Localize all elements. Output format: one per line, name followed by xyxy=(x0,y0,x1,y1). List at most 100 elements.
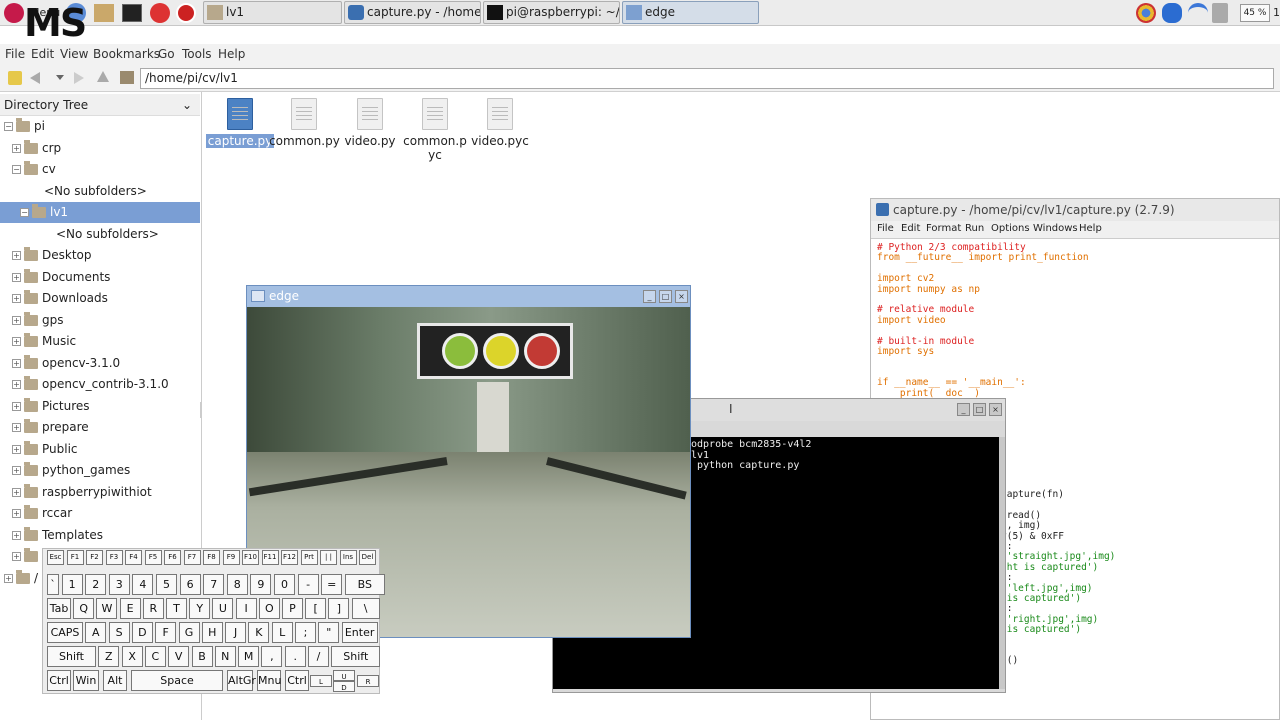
key[interactable]: Y xyxy=(189,598,211,619)
key[interactable]: Alt xyxy=(103,670,127,691)
task-button-terminal[interactable]: pi@raspberrypi: ~/cv/... xyxy=(483,1,620,24)
key[interactable]: BS xyxy=(344,574,385,595)
key[interactable]: F xyxy=(155,622,177,643)
tree-item[interactable]: + raspberrypiwithiot xyxy=(0,482,200,503)
key[interactable]: Prt xyxy=(300,550,318,565)
key[interactable]: Shift xyxy=(47,646,96,667)
terminal-scrollbar[interactable] xyxy=(999,437,1005,689)
back-icon[interactable] xyxy=(30,72,40,84)
menu-edit[interactable]: Edit xyxy=(31,47,54,61)
tree-expander-icon[interactable]: + xyxy=(12,294,21,303)
menu-file[interactable]: File xyxy=(5,47,25,61)
path-input[interactable]: /home/pi/cv/lv1 xyxy=(140,68,1274,89)
tree-expander-icon[interactable]: + xyxy=(12,552,21,561)
key[interactable]: Z xyxy=(98,646,120,667)
task-button-lv1[interactable]: lv1 xyxy=(203,1,342,24)
tree-item[interactable]: + Pictures xyxy=(0,396,200,417)
file-item[interactable]: video.py xyxy=(335,98,405,148)
key[interactable]: R xyxy=(357,675,379,687)
key[interactable]: Ctrl xyxy=(285,670,309,691)
key[interactable]: B xyxy=(191,646,213,667)
key[interactable]: / xyxy=(308,646,329,667)
bluetooth-icon[interactable] xyxy=(1162,3,1182,23)
terminal-launcher-icon[interactable] xyxy=(122,4,142,22)
key[interactable]: F11 xyxy=(261,550,279,565)
tree-item[interactable]: + rccar xyxy=(0,503,200,524)
forward-icon[interactable] xyxy=(74,72,84,84)
tree-item[interactable]: + Downloads xyxy=(0,288,200,309)
menu-view[interactable]: View xyxy=(60,47,88,61)
key[interactable]: ` xyxy=(47,574,59,595)
key[interactable]: Del xyxy=(359,550,376,565)
tree-expander-icon[interactable]: + xyxy=(12,509,21,518)
key[interactable]: Win xyxy=(73,670,99,691)
maximize-icon[interactable]: □ xyxy=(659,290,672,303)
file-item[interactable]: video.pyc xyxy=(465,98,535,148)
tree-item[interactable]: + Documents xyxy=(0,267,200,288)
menu-tools[interactable]: Tools xyxy=(182,47,212,61)
tree-expander-icon[interactable]: + xyxy=(12,444,21,454)
tree-expander-icon[interactable]: + xyxy=(12,272,21,282)
key[interactable]: E xyxy=(119,598,141,619)
filemanager-launcher-icon[interactable] xyxy=(94,4,114,22)
key[interactable]: ] xyxy=(328,598,350,619)
wolfram-launcher-icon[interactable] xyxy=(176,3,196,23)
key[interactable]: Enter xyxy=(341,622,378,643)
new-tab-icon[interactable] xyxy=(8,71,22,85)
tree-item[interactable]: + prepare xyxy=(0,417,200,438)
maximize-icon[interactable]: □ xyxy=(973,403,986,416)
key[interactable]: A xyxy=(85,622,107,643)
key[interactable]: 9 xyxy=(250,574,272,595)
editor-menu-file[interactable]: File xyxy=(877,223,894,234)
menu-bookmarks[interactable]: Bookmarks xyxy=(93,47,160,61)
tree-item[interactable]: + gps xyxy=(0,310,200,331)
tree-item[interactable]: <No subfolders> xyxy=(0,181,200,202)
tree-item[interactable]: − pi xyxy=(0,116,200,137)
key[interactable]: U xyxy=(333,670,355,681)
key[interactable]: 3 xyxy=(108,574,130,595)
editor-menu-windows[interactable]: Windows xyxy=(1033,223,1078,234)
tree-item[interactable]: + Music xyxy=(0,331,200,352)
tree-expander-icon[interactable]: − xyxy=(12,165,21,174)
tree-item[interactable]: − cv xyxy=(0,159,200,180)
key[interactable]: Q xyxy=(73,598,95,619)
tree-item[interactable]: + python_games xyxy=(0,460,200,481)
key[interactable]: F10 xyxy=(242,550,259,565)
task-button-capture[interactable]: capture.py - /home/pi... xyxy=(344,1,481,24)
tree-item[interactable]: + crp xyxy=(0,138,200,159)
key[interactable]: 4 xyxy=(132,574,154,595)
key[interactable]: 0 xyxy=(274,574,295,595)
key[interactable]: 5 xyxy=(156,574,177,595)
key[interactable]: X xyxy=(121,646,143,667)
tree-item[interactable]: + opencv-3.1.0 xyxy=(0,353,200,374)
key[interactable]: Ctrl xyxy=(47,670,71,691)
key[interactable]: Shift xyxy=(331,646,381,667)
key[interactable]: I xyxy=(235,598,257,619)
key[interactable]: - xyxy=(297,574,319,595)
key[interactable]: V xyxy=(168,646,190,667)
file-item[interactable]: common.pyc xyxy=(400,98,470,162)
tree-expander-icon[interactable]: + xyxy=(12,358,21,368)
editor-titlebar[interactable]: capture.py - /home/pi/cv/lv1/capture.py … xyxy=(871,199,1279,221)
key[interactable]: J xyxy=(225,622,247,643)
key[interactable]: F5 xyxy=(144,550,162,565)
tree-expander-icon[interactable]: + xyxy=(4,573,13,583)
key[interactable]: [ xyxy=(305,598,327,619)
key[interactable]: O xyxy=(258,598,280,619)
tree-expander-icon[interactable]: + xyxy=(12,423,21,432)
key[interactable]: H xyxy=(201,622,223,643)
tree-expander-icon[interactable]: + xyxy=(12,337,21,346)
tree-expander-icon[interactable]: + xyxy=(12,466,21,475)
key[interactable]: F3 xyxy=(105,550,123,565)
close-icon[interactable]: × xyxy=(675,290,688,303)
chromium-tray-icon[interactable] xyxy=(1136,3,1156,23)
tree-expander-icon[interactable]: + xyxy=(12,487,21,497)
key[interactable]: Space xyxy=(131,670,223,691)
raspberry-menu-icon[interactable] xyxy=(4,3,24,23)
key[interactable]: Ins xyxy=(339,550,357,565)
close-icon[interactable]: × xyxy=(989,403,1002,416)
editor-menu-help[interactable]: Help xyxy=(1079,223,1102,234)
key[interactable]: K xyxy=(248,622,270,643)
tree-item[interactable]: − lv1 xyxy=(0,202,200,223)
key[interactable]: , xyxy=(261,646,283,667)
